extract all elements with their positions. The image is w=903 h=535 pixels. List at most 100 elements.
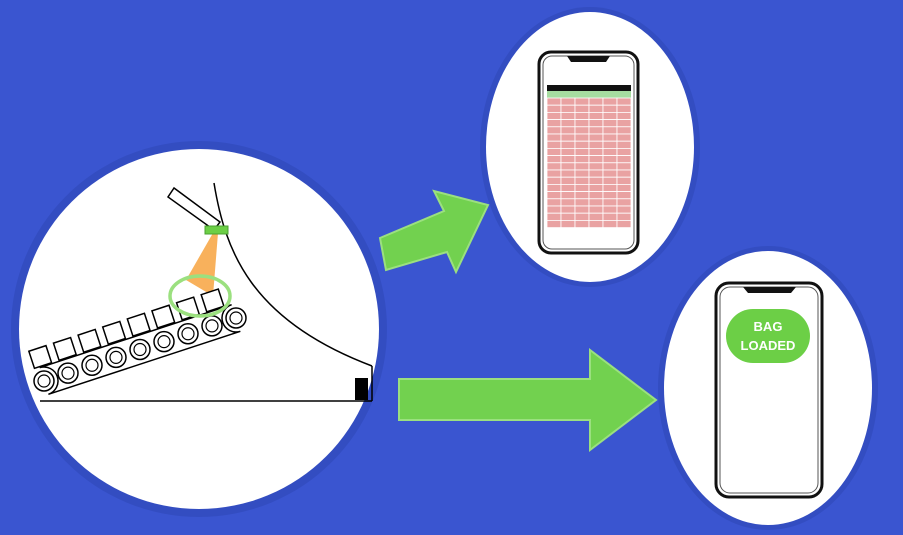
table-cell (616, 183, 632, 192)
table-cell (602, 191, 618, 200)
lower-arrow (398, 347, 658, 453)
smartphone-table-icon (537, 50, 640, 255)
table-cell (616, 147, 632, 156)
table-cell (588, 162, 604, 171)
table-cell (588, 219, 604, 228)
table-cell (588, 183, 604, 192)
table-cell (602, 104, 618, 113)
table-cell (574, 104, 590, 113)
table-cell (546, 162, 562, 171)
table-cell (602, 126, 618, 135)
roller-hub (229, 311, 243, 325)
table-cell (560, 147, 576, 156)
table-cell (616, 191, 632, 200)
table-cell (588, 119, 604, 128)
table-cell (574, 133, 590, 142)
status-badge-line2: LOADED (740, 338, 796, 353)
status-badge: BAG LOADED (726, 309, 810, 363)
roller-hub (85, 358, 99, 372)
table-cell (602, 183, 618, 192)
roller-hub (133, 342, 147, 357)
table-cell (560, 183, 576, 192)
table-cell (588, 147, 604, 156)
table-cell (602, 133, 618, 142)
table-cell (588, 112, 604, 121)
table-cell (602, 169, 618, 178)
table-cell (546, 133, 562, 142)
table-cell (602, 176, 618, 185)
table-cell (546, 126, 562, 135)
table-cell (602, 119, 618, 128)
table-cell (602, 155, 618, 164)
table-header (547, 85, 631, 91)
table-cell (560, 162, 576, 171)
roller-hub (181, 327, 195, 341)
table-cell (546, 183, 562, 192)
table-cell (588, 126, 604, 135)
table-cell (602, 205, 618, 214)
table-cell (574, 169, 590, 178)
table-cell (588, 140, 604, 149)
table-cell (560, 212, 576, 221)
table-cell (602, 147, 618, 156)
table-cell (588, 155, 604, 164)
table-cell (574, 97, 590, 106)
table-cell (602, 140, 618, 149)
roller-hub (37, 374, 51, 388)
table-cell (602, 198, 618, 207)
table-cell (616, 162, 632, 171)
table-cell (574, 140, 590, 149)
table-cell (560, 104, 576, 113)
table-cell (616, 126, 632, 135)
table-cell (616, 140, 632, 149)
table-cell (602, 97, 618, 106)
table-cell (560, 169, 576, 178)
end-stop-block (355, 378, 368, 400)
table-cell (546, 198, 562, 207)
table-cell (574, 176, 590, 185)
table-cell (588, 169, 604, 178)
table-cell (546, 104, 562, 113)
table-cell (560, 155, 576, 164)
roller-hub (61, 366, 75, 380)
table-cell (616, 169, 632, 178)
table-cell (616, 212, 632, 221)
table-cell (574, 126, 590, 135)
table-cell (616, 133, 632, 142)
table-cell (588, 198, 604, 207)
table-cell (560, 198, 576, 207)
table-cell (560, 205, 576, 214)
table-cell (574, 147, 590, 156)
table-cell (560, 191, 576, 200)
table-cell (574, 212, 590, 221)
table-cell (574, 198, 590, 207)
table-cell (616, 119, 632, 128)
table-cell (560, 140, 576, 149)
table-cell (560, 97, 576, 106)
table-cell (616, 198, 632, 207)
table-cell (546, 155, 562, 164)
table-cell (546, 205, 562, 214)
table-cell (616, 205, 632, 214)
table-cell (546, 140, 562, 149)
table-cell (574, 155, 590, 164)
data-table-grid (546, 85, 632, 228)
table-cell (574, 119, 590, 128)
table-cell (546, 212, 562, 221)
scene (11, 7, 878, 530)
table-cell (574, 191, 590, 200)
table-cell (546, 169, 562, 178)
table-cell (560, 112, 576, 121)
table-cell (546, 119, 562, 128)
table-cell (602, 162, 618, 171)
table-cell (546, 176, 562, 185)
table-cell (588, 176, 604, 185)
table-cell (588, 104, 604, 113)
table-cell (546, 147, 562, 156)
table-cell (602, 212, 618, 221)
roller-hub (157, 335, 171, 349)
table-cell (616, 112, 632, 121)
table-cell (616, 155, 632, 164)
table-cell (546, 191, 562, 200)
roller-hub (205, 319, 219, 333)
